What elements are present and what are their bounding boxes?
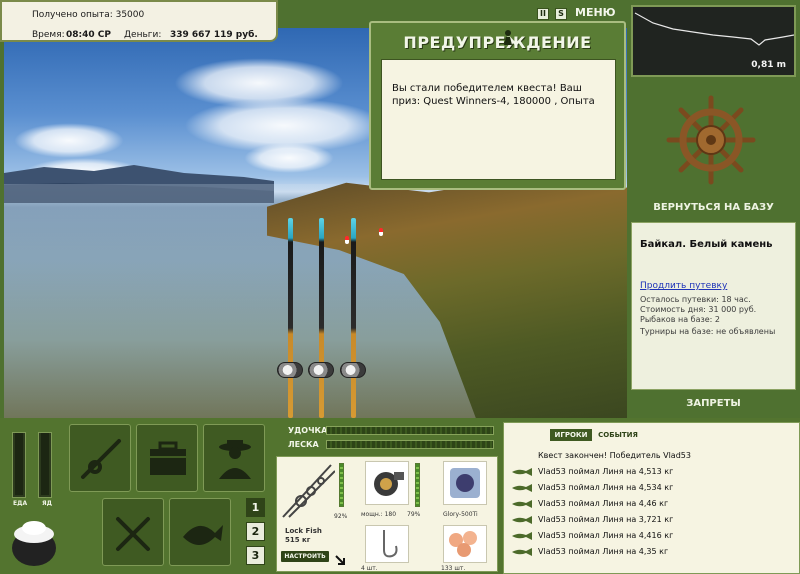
reel-power: мощн.: 180 xyxy=(361,511,397,518)
game-screen: Получено опыта: 35000 Время: 08:40 СР Де… xyxy=(0,0,800,574)
tab-events[interactable]: СОБЫТИЯ xyxy=(596,429,640,441)
info-line: Рыбаков на базе: 2 xyxy=(640,315,720,324)
food-label: ЕДА xyxy=(13,500,28,507)
fishing-rod-3[interactable] xyxy=(351,218,356,418)
tackle-panel: 92% Lock Fish 515 кг НАСТРОИТЬ мощн.: 18… xyxy=(276,456,498,572)
kitchen-tile[interactable] xyxy=(102,498,164,566)
fisherman-tile[interactable] xyxy=(203,424,265,492)
rods-tile[interactable] xyxy=(69,424,131,492)
location-info: Байкал. Белый камень Продлить путевку Ос… xyxy=(631,222,796,390)
warning-message: Вы стали победителем квеста! Ваш приз: Q… xyxy=(381,59,616,180)
time-label: Время: xyxy=(32,30,65,40)
info-line: Осталось путевки: 18 час. xyxy=(640,295,751,304)
log-entry: Vlad53 поймал Линя на 4,534 кг xyxy=(538,483,674,492)
reel-icon xyxy=(374,472,404,496)
location-name: Байкал. Белый камень xyxy=(640,239,773,250)
reel-3[interactable] xyxy=(340,362,366,378)
log-entry: Vlad53 поймал Линя на 4,513 кг xyxy=(538,467,674,476)
return-to-base-button[interactable]: ВЕРНУТЬСЯ НА БАЗУ xyxy=(627,202,800,213)
pawn-icon xyxy=(504,30,512,45)
bait-slot[interactable] xyxy=(443,525,487,563)
poison-bar xyxy=(38,432,52,498)
rod-name: Lock Fish xyxy=(285,527,322,535)
extend-trip-link[interactable]: Продлить путевку xyxy=(640,281,727,291)
fisherman-icon xyxy=(219,440,251,479)
warning-title: ПРЕДУПРЕЖДЕНИЕ xyxy=(403,33,592,52)
tackle-box-tile[interactable] xyxy=(136,424,198,492)
fish-icon xyxy=(512,468,532,476)
experience-text: Получено опыта: 35000 xyxy=(32,10,145,20)
rod-strength-bar xyxy=(339,463,344,507)
line-name: Glory-500Ti xyxy=(443,511,478,518)
depth-graph: 0,81 m xyxy=(631,5,796,77)
cloud xyxy=(14,123,124,158)
reel-strength-bar xyxy=(415,463,420,507)
info-line: Турниры на базе: не объявлены xyxy=(640,327,776,336)
warning-dialog[interactable]: ПРЕДУПРЕЖДЕНИЕ Вы стали победителем квес… xyxy=(369,21,626,190)
rod-icon xyxy=(81,439,121,479)
bait-icon xyxy=(449,531,477,557)
bottom-panel: ЕДА ЯД 1 2 3 УДОЧКА ЛЕСКА 92% Lock Fish … xyxy=(0,418,800,574)
reel-slot[interactable] xyxy=(365,461,409,505)
info-line: Стоимость дня: 31 000 руб. xyxy=(640,305,757,314)
time-value: 08:40 СР xyxy=(66,30,111,40)
line-meter-label: ЛЕСКА xyxy=(288,440,319,449)
food-pot-icon[interactable] xyxy=(8,514,60,568)
money-value: 339 667 119 руб. xyxy=(170,30,258,40)
rod-strength-pct: 92% xyxy=(334,513,348,520)
line-slot[interactable] xyxy=(443,461,487,505)
poison-label: ЯД xyxy=(42,500,52,507)
food-level xyxy=(15,433,23,495)
fish-icon xyxy=(512,548,532,556)
ship-wheel-icon[interactable] xyxy=(665,94,757,186)
menu-button[interactable]: МЕНЮ xyxy=(575,6,616,19)
fish-icon xyxy=(512,516,532,524)
player-stats: Получено опыта: 35000 Время: 08:40 СР Де… xyxy=(0,0,278,42)
rod-weight: 515 кг xyxy=(285,536,311,544)
fish-icon xyxy=(512,532,532,540)
fish-tile[interactable] xyxy=(169,498,231,566)
fish-icon xyxy=(512,484,532,492)
rod-meter-label: УДОЧКА xyxy=(288,426,328,435)
slot-button-3[interactable]: 3 xyxy=(246,546,265,565)
fishing-rod-1[interactable] xyxy=(288,218,293,418)
right-panel: ВЕРНУТЬСЯ НА БАЗУ Байкал. Белый камень П… xyxy=(627,84,800,418)
poison-level xyxy=(41,433,49,495)
hook-count: 4 шт. xyxy=(361,565,378,572)
depth-value: 0,81 m xyxy=(751,60,786,70)
event-log: ИГРОКИ СОБЫТИЯ Квест закончен! Победител… xyxy=(503,422,800,574)
slot-button-2[interactable]: 2 xyxy=(246,522,265,541)
pause-icon[interactable]: II xyxy=(537,8,549,20)
hook-slot[interactable] xyxy=(365,525,409,563)
tab-players[interactable]: ИГРОКИ xyxy=(550,429,592,441)
log-header: Квест закончен! Победитель Vlad53 xyxy=(538,451,691,460)
bobber xyxy=(345,236,349,244)
log-entry: Vlad53 поймал Линя на 4,35 кг xyxy=(538,547,669,556)
arrow-icon xyxy=(335,555,345,565)
rod-meter xyxy=(326,426,494,435)
reel-strength-pct: 79% xyxy=(407,511,421,518)
bans-button[interactable]: ЗАПРЕТЫ xyxy=(627,398,800,409)
knife-fork-icon xyxy=(116,517,150,551)
hook-icon xyxy=(383,530,398,558)
log-entry: Vlad53 поймал Линя на 3,721 кг xyxy=(538,515,674,524)
log-entry: Vlad53 поймал Линя на 4,416 кг xyxy=(538,531,674,540)
line-spool-icon xyxy=(450,468,480,498)
money-label: Деньги: xyxy=(124,30,162,40)
line-meter xyxy=(326,440,494,449)
rod-reel-icon[interactable] xyxy=(281,461,335,519)
fish-icon xyxy=(183,525,223,545)
setup-button[interactable]: НАСТРОИТЬ xyxy=(281,551,329,562)
fishing-rod-2[interactable] xyxy=(319,218,324,418)
log-entry: Vlad53 поймал Линя на 4,46 кг xyxy=(538,499,669,508)
bait-count: 133 шт. xyxy=(441,565,466,572)
reel-1[interactable] xyxy=(277,362,303,378)
fish-icon xyxy=(512,500,532,508)
reel-2[interactable] xyxy=(308,362,334,378)
slot-button-1[interactable]: 1 xyxy=(246,498,265,517)
s-icon[interactable]: S xyxy=(555,8,567,20)
tackle-box-icon xyxy=(150,441,186,475)
food-bar xyxy=(12,432,26,498)
bobber xyxy=(379,228,383,236)
